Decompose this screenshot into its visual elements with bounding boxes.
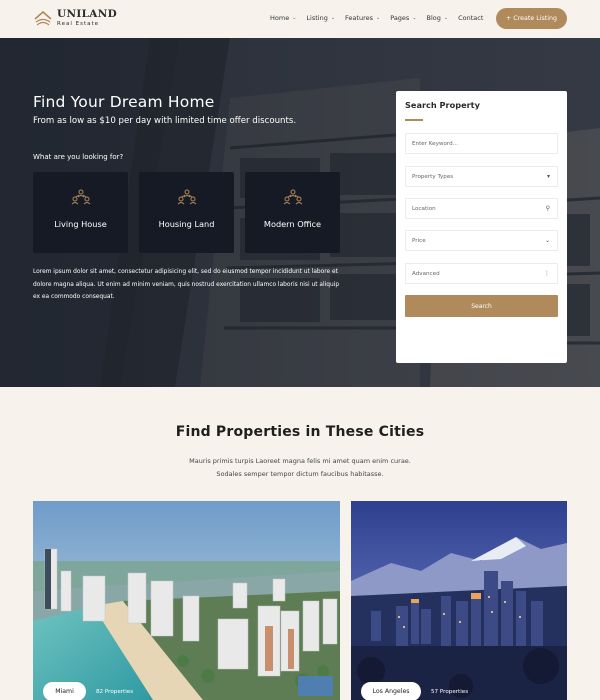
select-value: Location — [412, 205, 436, 212]
hero-question: What are you looking for? — [33, 153, 124, 161]
miami-city-photo — [33, 501, 340, 700]
hero-subtitle: From as low as $10 per day with limited … — [33, 116, 297, 126]
more-vertical-icon: ⋮ — [544, 270, 550, 277]
page: UNILAND Real Estate Home ⌄ Listing ⌄ Featu… — [0, 0, 600, 700]
chevron-down-icon: ⌄ — [544, 237, 550, 244]
chevron-down-icon: ⌄ — [375, 15, 381, 21]
category-card-modern-office[interactable]: Modern Office — [245, 172, 340, 253]
category-card-housing-land[interactable]: Housing Land — [139, 172, 234, 253]
main-nav: Home ⌄ Listing ⌄ Features ⌄ Pages ⌄ Blog ⌄ Co… — [270, 14, 493, 22]
category-label: Living House — [54, 219, 107, 229]
cities-section-title: Find Properties in These Cities — [175, 424, 425, 440]
people-network-icon — [71, 189, 90, 205]
city-property-count: 57 Properties — [431, 689, 469, 695]
city-name-pill[interactable]: Miami — [43, 682, 86, 700]
nav-label: Features — [345, 14, 373, 22]
city-card-miami[interactable]: Miami 82 Properties — [33, 501, 340, 700]
nav-item-home[interactable]: Home ⌄ — [270, 14, 296, 22]
chevron-down-icon: ⌄ — [443, 15, 449, 21]
city-card-los-angeles[interactable]: Los Angeles 57 Properties — [351, 501, 567, 700]
select-value: Property Types — [412, 173, 454, 180]
logo[interactable]: UNILAND Real Estate — [33, 9, 117, 27]
site-header: UNILAND Real Estate Home ⌄ Listing ⌄ Featu… — [0, 0, 600, 38]
caret-down-icon: ▾ — [546, 173, 550, 180]
nav-label: Listing — [306, 14, 328, 22]
title-underline — [405, 119, 423, 121]
select-value: Advanced — [412, 270, 440, 277]
category-label: Modern Office — [263, 219, 322, 229]
hero-title: Find Your Dream Home — [33, 93, 215, 111]
people-network-icon — [283, 189, 302, 205]
chevron-down-icon: ⌄ — [330, 15, 336, 21]
brand-tagline: Real Estate — [57, 20, 100, 27]
hero-body-text: Lorem ipsum dolor sit amet, consectetur … — [33, 269, 340, 300]
city-property-count: 82 Properties — [96, 689, 134, 695]
keyword-input[interactable]: Enter Keyword... — [405, 133, 558, 154]
create-listing-button[interactable]: + Create Listing — [496, 8, 567, 29]
logo-icon — [34, 10, 52, 26]
category-cards: Living House Housing Land Modern Office — [33, 172, 340, 253]
chevron-down-icon: ⌄ — [292, 15, 297, 21]
description-line: Mauris primis turpis Laoreet magna felis… — [189, 457, 411, 465]
category-label: Housing Land — [158, 219, 215, 229]
nav-item-blog[interactable]: Blog ⌄ — [427, 14, 449, 22]
price-select[interactable]: Price ⌄ — [405, 230, 558, 251]
search-button[interactable]: Search — [405, 295, 558, 317]
nav-label: Home — [270, 14, 290, 22]
nav-label: Blog — [426, 14, 441, 22]
people-network-icon — [177, 189, 196, 205]
category-card-living-house[interactable]: Living House — [33, 172, 128, 253]
description-line: Sodales semper tempor dictum faucibus ha… — [216, 470, 384, 478]
property-types-select[interactable]: Property Types ▾ — [405, 166, 558, 187]
cities-section-description: Mauris primis turpis Laoreet magna felis… — [0, 455, 600, 481]
advanced-select[interactable]: Advanced ⋮ — [405, 263, 558, 284]
map-pin-icon: ⚲ — [545, 205, 550, 212]
nav-item-listing[interactable]: Listing ⌄ — [306, 14, 335, 22]
city-name-pill[interactable]: Los Angeles — [361, 682, 421, 700]
nav-label: Pages — [390, 14, 410, 22]
nav-item-contact[interactable]: Contact — [458, 14, 483, 22]
chevron-down-icon: ⌄ — [412, 15, 417, 21]
nav-item-pages[interactable]: Pages ⌄ — [390, 14, 416, 22]
brand-name: UNILAND — [57, 8, 117, 20]
location-select[interactable]: Location ⚲ — [405, 198, 558, 219]
los-angeles-city-photo — [351, 501, 567, 700]
hero-section: Find Your Dream Home From as low as $10 … — [0, 38, 600, 387]
search-panel-title: Search Property — [405, 100, 480, 110]
search-property-panel: Search Property Enter Keyword... Propert… — [396, 91, 567, 363]
select-value: Price — [412, 237, 426, 244]
nav-item-features[interactable]: Features ⌄ — [345, 14, 380, 22]
nav-label: Contact — [458, 14, 484, 22]
